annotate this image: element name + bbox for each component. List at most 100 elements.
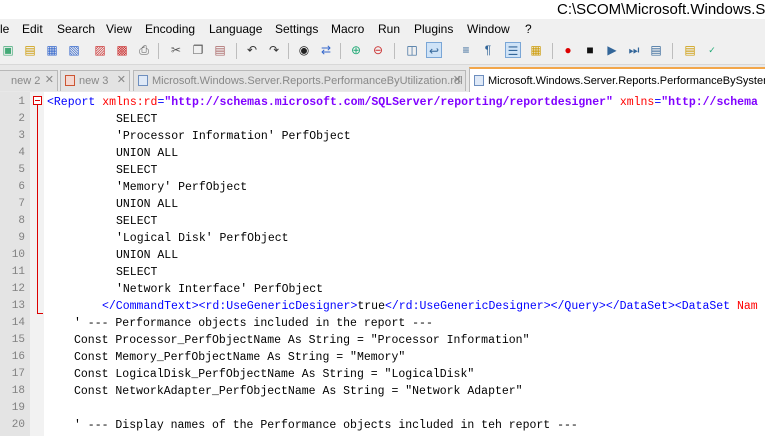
toolbar-separator xyxy=(394,43,395,59)
menu-settings[interactable]: Settings xyxy=(275,22,318,36)
xml-tag: </CommandText> xyxy=(102,300,199,313)
sync-scroll-icon[interactable]: ◫ xyxy=(404,42,420,58)
line-number: 15 xyxy=(11,334,25,346)
document-map-icon[interactable]: ▦ xyxy=(528,42,544,58)
tab-label: Microsoft.Windows.Server.Reports.Perform… xyxy=(488,75,765,87)
line-number: 5 xyxy=(18,164,25,176)
line-number: 4 xyxy=(18,147,25,159)
menu-view[interactable]: View xyxy=(106,22,132,36)
xml-attribute: Nam xyxy=(730,300,758,313)
tab-bar: new 2 ✕ new 3 ✕ Microsoft.Windows.Server… xyxy=(0,65,765,93)
menu-encoding[interactable]: Encoding xyxy=(145,22,195,36)
line-number: 8 xyxy=(18,215,25,227)
line-number: 11 xyxy=(11,266,25,278)
line-number: 17 xyxy=(11,368,25,380)
code-line-6: 'Memory' PerfObject xyxy=(116,181,248,194)
open-file-icon[interactable]: ▤ xyxy=(22,42,38,58)
plugin-icon[interactable]: ▤ xyxy=(682,42,698,58)
redo-icon[interactable]: ↷ xyxy=(266,42,282,58)
toolbar-separator xyxy=(236,43,237,59)
tab-label: new 3 xyxy=(79,75,109,87)
close-all-icon[interactable]: ▩ xyxy=(114,42,130,58)
tab-new-3[interactable]: new 3 ✕ xyxy=(60,70,130,91)
play-macro-icon[interactable]: ▶ xyxy=(604,42,620,58)
line-number: 2 xyxy=(18,113,25,125)
indent-guide-icon[interactable]: ☰ xyxy=(505,42,521,58)
undo-icon[interactable]: ↶ xyxy=(244,42,260,58)
code-line-4: UNION ALL xyxy=(116,147,179,160)
stop-macro-icon[interactable]: ■ xyxy=(582,42,598,58)
tab-performance-by-utilization[interactable]: Microsoft.Windows.Server.Reports.Perform… xyxy=(133,70,466,91)
tab-close-icon[interactable]: ✕ xyxy=(453,73,462,86)
toolbar: ▣ ▤ ▦ ▧ ▨ ▩ ⎙ ✂ ❐ ▤ ↶ ↷ ◉ ⇄ ⊕ ⊖ ◫ ↩ ≡ ¶ … xyxy=(0,38,765,65)
line-number: 12 xyxy=(11,283,25,295)
menu-plugins[interactable]: Plugins xyxy=(414,22,453,36)
tab-label: new 2 xyxy=(11,75,41,87)
tab-performance-by-system[interactable]: Microsoft.Windows.Server.Reports.Perform… xyxy=(469,67,765,92)
tab-new-2[interactable]: new 2 ✕ xyxy=(0,70,58,91)
code-line-5: SELECT xyxy=(116,164,158,177)
code-line-13: </CommandText><rd:UseGenericDesigner>tru… xyxy=(102,300,758,313)
code-line-10: UNION ALL xyxy=(116,249,179,262)
code-line-3: 'Processor Information' PerfObject xyxy=(116,130,351,143)
toolbar-separator xyxy=(288,43,289,59)
zoom-in-icon[interactable]: ⊕ xyxy=(348,42,364,58)
save-all-icon[interactable]: ▧ xyxy=(66,42,82,58)
menu-run[interactable]: Run xyxy=(378,22,400,36)
code-line-18: Const NetworkAdapter_PerfObjectName As S… xyxy=(74,385,523,398)
code-line-14: ' --- Performance objects included in th… xyxy=(74,317,433,330)
line-number: 14 xyxy=(11,317,25,329)
xml-tag: <rd:UseGenericDesigner> xyxy=(198,300,358,313)
run-macro-multiple-icon[interactable]: ⏭ xyxy=(626,42,642,58)
menu-search[interactable]: Search xyxy=(57,22,95,36)
fold-guide xyxy=(37,105,38,314)
code-line-2: SELECT xyxy=(116,113,158,126)
menu-bar: le Edit Search View Encoding Language Se… xyxy=(0,19,765,39)
menu-language[interactable]: Language xyxy=(209,22,262,36)
xml-attribute-value: "http://schema xyxy=(661,96,758,109)
menu-macro[interactable]: Macro xyxy=(331,22,364,36)
line-number: 19 xyxy=(11,402,25,414)
code-line-12: 'Network Interface' PerfObject xyxy=(116,283,324,296)
code-line-8: SELECT xyxy=(116,215,158,228)
code-line-9: 'Logical Disk' PerfObject xyxy=(116,232,289,245)
xml-text: true xyxy=(357,300,385,313)
code-editor[interactable]: 1 2 3 4 5 6 7 8 9 10 11 12 13 14 15 16 1… xyxy=(0,92,765,436)
menu-window[interactable]: Window xyxy=(467,22,510,36)
spell-check-icon[interactable]: ✓ xyxy=(704,42,720,58)
xml-tag: <Report xyxy=(47,96,96,109)
menu-file[interactable]: le xyxy=(0,22,9,36)
xml-attribute: xmlns:rd xyxy=(95,96,158,109)
fold-guide-end xyxy=(37,313,43,314)
word-wrap-icon[interactable]: ↩ xyxy=(426,42,442,58)
zoom-out-icon[interactable]: ⊖ xyxy=(370,42,386,58)
fold-collapse-icon[interactable] xyxy=(33,96,42,105)
code-line-11: SELECT xyxy=(116,266,158,279)
toolbar-separator xyxy=(552,43,553,59)
cut-icon[interactable]: ✂ xyxy=(168,42,184,58)
tab-close-icon[interactable]: ✕ xyxy=(117,73,126,86)
save-icon[interactable]: ▦ xyxy=(44,42,60,58)
modified-file-icon xyxy=(65,75,75,86)
file-icon xyxy=(474,75,484,86)
record-macro-icon[interactable]: ● xyxy=(560,42,576,58)
toolbar-separator xyxy=(340,43,341,59)
copy-icon[interactable]: ❐ xyxy=(190,42,206,58)
line-number: 13 xyxy=(11,300,25,312)
line-number: 16 xyxy=(11,351,25,363)
line-number: 10 xyxy=(11,249,25,261)
save-macro-icon[interactable]: ▤ xyxy=(648,42,664,58)
paragraph-icon[interactable]: ¶ xyxy=(480,42,496,58)
show-all-chars-icon[interactable]: ≡ xyxy=(458,42,474,58)
new-file-icon[interactable]: ▣ xyxy=(0,42,16,58)
replace-icon[interactable]: ⇄ xyxy=(318,42,334,58)
paste-icon[interactable]: ▤ xyxy=(212,42,228,58)
menu-edit[interactable]: Edit xyxy=(22,22,43,36)
menu-help[interactable]: ? xyxy=(525,22,532,36)
close-icon[interactable]: ▨ xyxy=(92,42,108,58)
find-icon[interactable]: ◉ xyxy=(296,42,312,58)
tab-close-icon[interactable]: ✕ xyxy=(45,73,54,86)
line-number: 18 xyxy=(11,385,25,397)
code-line-15: Const Processor_PerfObjectName As String… xyxy=(74,334,530,347)
print-icon[interactable]: ⎙ xyxy=(136,42,152,58)
